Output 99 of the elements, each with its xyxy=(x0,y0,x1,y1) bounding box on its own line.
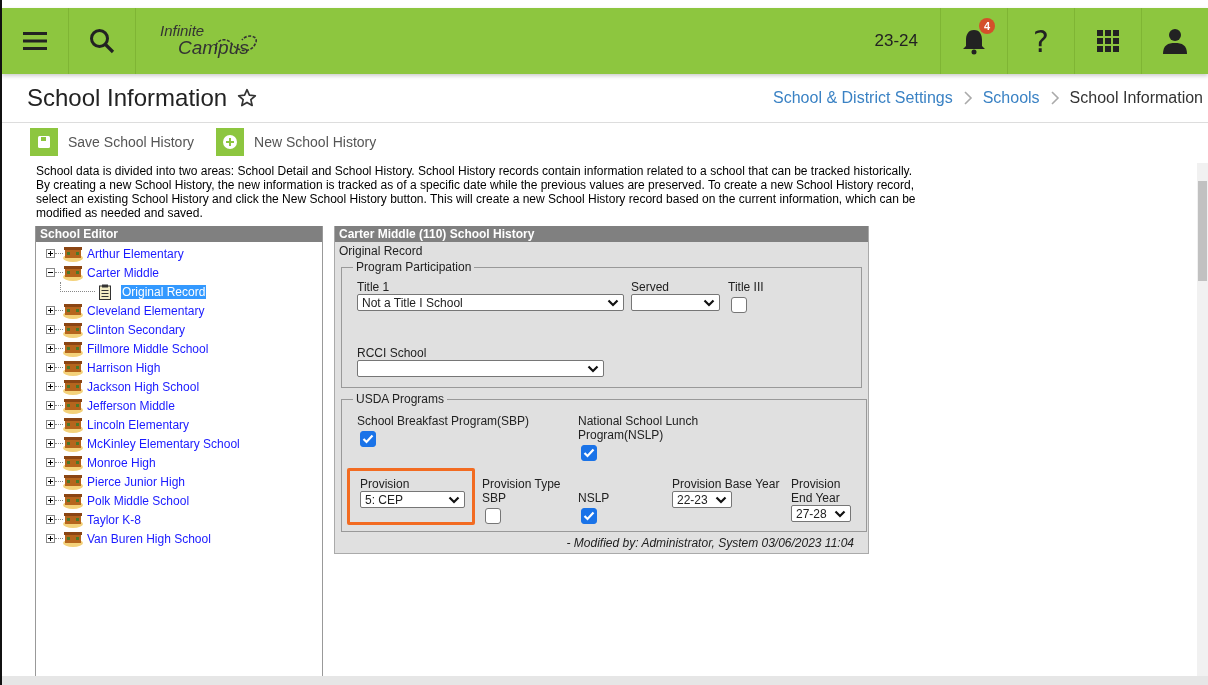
expander-icon[interactable] xyxy=(46,515,55,524)
school-icon xyxy=(63,264,83,281)
select-field[interactable]: 5: CEP xyxy=(360,491,465,508)
expander-icon[interactable] xyxy=(46,382,55,391)
breadcrumb-current: School Information xyxy=(1069,89,1203,107)
breadcrumb-link[interactable]: School & District Settings xyxy=(773,89,953,107)
notification-badge: 4 xyxy=(979,18,995,34)
field-label: RCCI School xyxy=(357,346,428,360)
chevron-icon xyxy=(962,91,973,105)
school-icon xyxy=(63,473,83,490)
tree-item[interactable]: Monroe High xyxy=(86,455,157,470)
notifications-button[interactable]: 4 xyxy=(940,8,1007,74)
expander-icon[interactable] xyxy=(46,363,55,372)
field-label: NSLP xyxy=(578,491,611,505)
expander-icon[interactable] xyxy=(46,401,55,410)
school-icon xyxy=(63,435,83,452)
group-legend: USDA Programs xyxy=(353,392,448,406)
field-label: Title 1 xyxy=(357,280,391,294)
tree-item[interactable]: Carter Middle xyxy=(86,265,161,280)
save-icon xyxy=(30,128,58,156)
tree-item[interactable]: Van Buren High School xyxy=(86,531,212,546)
logo[interactable]: Infinite Campus xyxy=(156,18,276,64)
caret-icon xyxy=(715,495,727,504)
scrollbar[interactable] xyxy=(1197,163,1208,676)
school-icon xyxy=(63,397,83,414)
school-icon xyxy=(63,359,83,376)
school-icon xyxy=(63,378,83,395)
tree-item[interactable]: Jefferson Middle xyxy=(86,398,176,413)
field-label: Provision Type SBP xyxy=(482,477,562,505)
field-label: Title III xyxy=(728,280,764,294)
school-icon xyxy=(63,321,83,338)
school-year[interactable]: 23-24 xyxy=(874,31,918,51)
caret-icon xyxy=(587,364,599,373)
checkbox[interactable] xyxy=(581,508,597,524)
expander-icon[interactable] xyxy=(46,477,55,486)
select-field[interactable]: Not a Title I School xyxy=(357,294,624,311)
tree-item[interactable]: Clinton Secondary xyxy=(86,322,187,337)
toolbar-button[interactable]: Save School History xyxy=(30,128,195,156)
tree-item[interactable]: Arthur Elementary xyxy=(86,246,185,261)
field-label: School Breakfast Program(SBP) xyxy=(357,414,531,428)
field-label: Provision Base Year xyxy=(672,477,781,491)
expander-icon[interactable] xyxy=(46,325,55,334)
star-icon[interactable] xyxy=(237,88,258,108)
caret-icon xyxy=(607,298,619,307)
chevron-icon xyxy=(1049,91,1060,105)
checkbox[interactable] xyxy=(731,297,747,313)
expander-icon[interactable] xyxy=(46,458,55,467)
toolbar-button[interactable]: New School History xyxy=(216,128,377,156)
field-label: National School Lunch Program(NSLP) xyxy=(578,414,700,442)
caret-icon xyxy=(703,298,715,307)
checkbox[interactable] xyxy=(360,431,376,447)
select-field[interactable]: 27-28 xyxy=(791,505,851,522)
breadcrumb-link[interactable]: Schools xyxy=(982,89,1040,107)
school-icon xyxy=(63,454,83,471)
school-icon xyxy=(63,245,83,262)
panel-title: Carter Middle (110) School History xyxy=(335,226,868,242)
tree-item[interactable]: McKinley Elementary School xyxy=(86,436,241,451)
scrollbar[interactable] xyxy=(2,676,1208,685)
expander-icon[interactable] xyxy=(46,496,55,505)
school-icon xyxy=(63,530,83,547)
add-icon xyxy=(216,128,245,156)
expander-icon[interactable] xyxy=(46,534,55,543)
tree-item[interactable]: Cleveland Elementary xyxy=(86,303,206,318)
tree-item[interactable]: Pierce Junior High xyxy=(86,474,187,489)
school-icon xyxy=(63,492,83,509)
tree-item[interactable]: Taylor K-8 xyxy=(86,512,143,527)
caret-icon xyxy=(448,495,460,504)
caret-icon xyxy=(834,509,846,518)
tree-item[interactable]: Harrison High xyxy=(86,360,162,375)
select-field[interactable]: 22-23 xyxy=(672,491,732,508)
expander-icon[interactable] xyxy=(46,249,55,258)
school-icon xyxy=(63,302,83,319)
expander-icon[interactable] xyxy=(46,420,55,429)
select-field[interactable] xyxy=(357,360,604,377)
field-label: Provision End Year xyxy=(791,477,842,505)
page-title: School Information xyxy=(27,84,228,112)
tree-item[interactable]: Fillmore Middle School xyxy=(86,341,210,356)
school-icon xyxy=(63,511,83,528)
record-name: Original Record xyxy=(338,243,424,260)
field-label: Served xyxy=(631,280,671,294)
select-field[interactable] xyxy=(631,294,720,311)
group-legend: Program Participation xyxy=(353,260,475,274)
checkbox[interactable] xyxy=(485,508,501,524)
checkbox[interactable] xyxy=(581,445,597,461)
panel-title: School Editor xyxy=(36,226,322,242)
modified-note: - Modified by: Administrator, System 03/06/2023 11:04 xyxy=(565,536,855,550)
field-label: Provision xyxy=(360,477,411,491)
clipboard-icon xyxy=(99,283,111,300)
tree-item[interactable]: Lincoln Elementary xyxy=(86,417,191,432)
school-icon xyxy=(63,340,83,357)
expander-icon[interactable] xyxy=(46,268,55,277)
tree-item[interactable]: Polk Middle School xyxy=(86,493,191,508)
expander-icon[interactable] xyxy=(46,344,55,353)
expander-icon[interactable] xyxy=(46,439,55,448)
tree-item[interactable]: Jackson High School xyxy=(86,379,201,394)
description-text: School data is divided into two areas: School Detail and School History. School History records contain information related to a school that can be tracked historically. By creating a new School History, the new information is tracked as of a specific date while the previous values are preserved. To create a new School History record, select an existing School History and click the New School History button. This will create a new School History record based on the current information, which can be modified as needed and saved. xyxy=(36,164,916,220)
help-button[interactable]: ? xyxy=(1007,8,1074,74)
school-icon xyxy=(63,416,83,433)
expander-icon[interactable] xyxy=(46,306,55,315)
